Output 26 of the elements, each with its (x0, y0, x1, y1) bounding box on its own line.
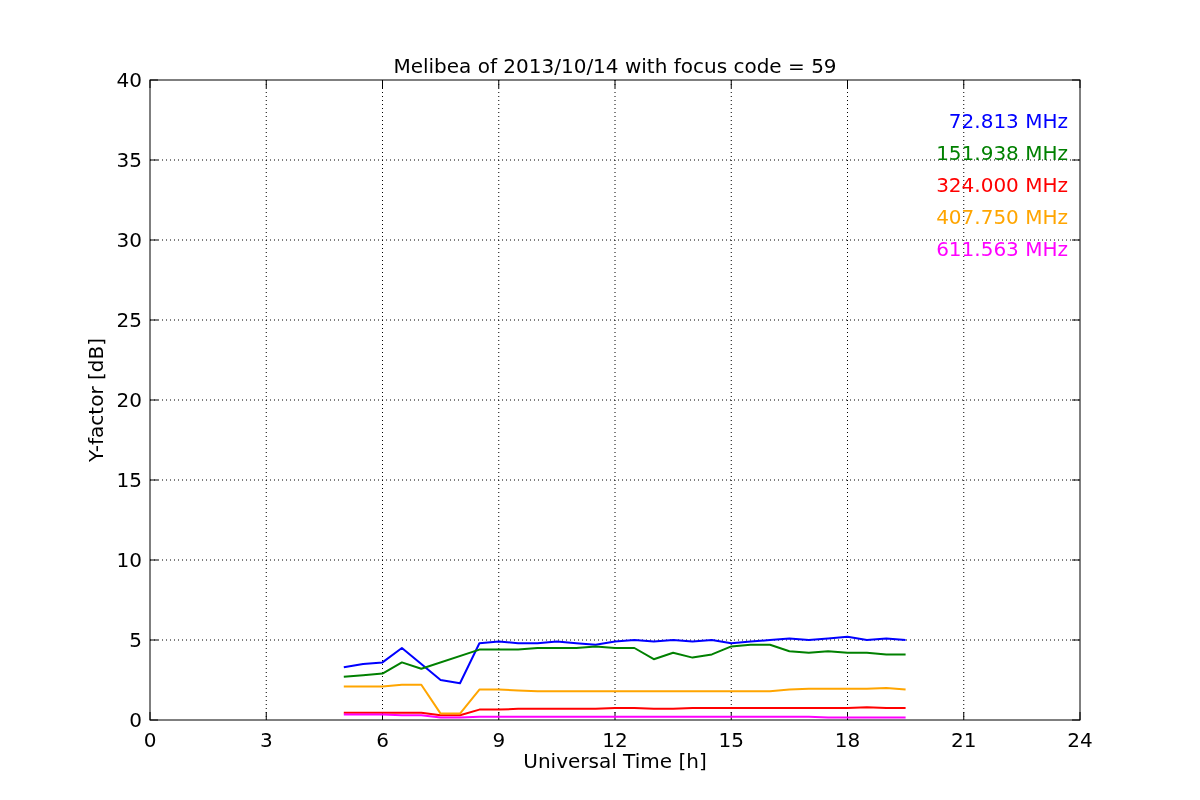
x-axis-label: Universal Time [h] (523, 749, 707, 773)
legend-label: 324.000 MHz (936, 173, 1068, 197)
y-tick-label: 0 (129, 708, 142, 732)
y-tick-label: 5 (129, 628, 142, 652)
y-tick-label: 10 (116, 548, 142, 572)
legend-label: 72.813 MHz (948, 109, 1068, 133)
x-tick-label: 0 (143, 728, 157, 752)
y-axis-label: Y-factor [dB] (84, 338, 108, 462)
y-tick-label: 35 (116, 148, 142, 172)
legend-label: 611.563 MHz (936, 237, 1068, 261)
x-tick-label: 18 (834, 728, 861, 752)
x-tick-label: 24 (1067, 728, 1093, 752)
x-tick-label: 9 (492, 728, 506, 752)
x-tick-label: 21 (951, 728, 977, 752)
y-tick-label: 25 (116, 308, 142, 332)
x-tick-label: 3 (259, 728, 273, 752)
y-tick-label: 15 (116, 468, 142, 492)
legend-label: 407.750 MHz (936, 205, 1068, 229)
y-tick-label: 30 (116, 228, 142, 252)
chart-title: Melibea of 2013/10/14 with focus code = 59 (393, 54, 837, 78)
x-tick-label: 15 (718, 728, 744, 752)
x-tick-label: 6 (376, 728, 389, 752)
y-tick-label: 40 (116, 68, 142, 92)
y-tick-label: 20 (116, 388, 142, 412)
x-tick-label: 12 (602, 728, 628, 752)
legend-label: 151.938 MHz (936, 141, 1068, 165)
